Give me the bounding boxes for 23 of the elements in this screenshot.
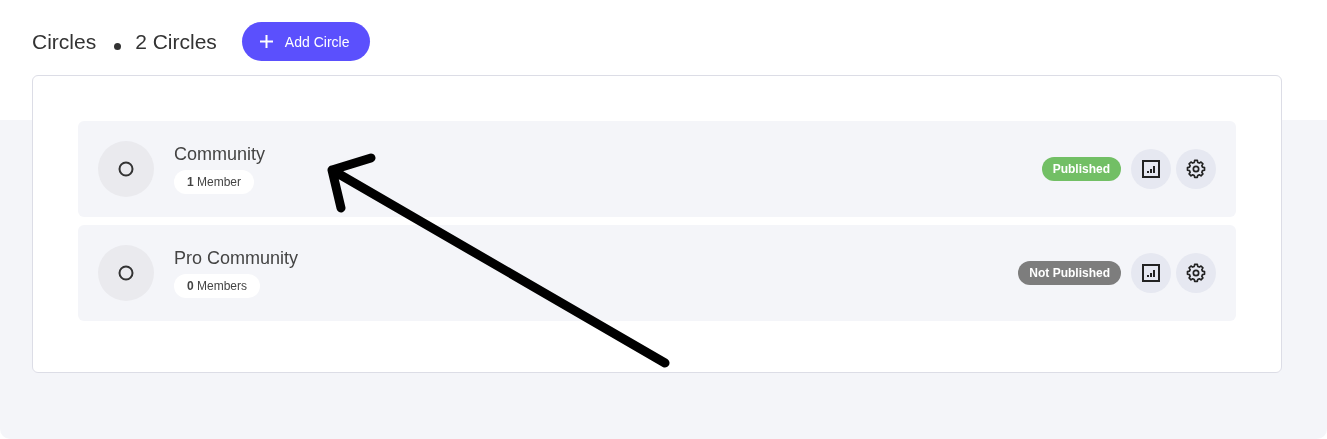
settings-button[interactable] <box>1176 253 1216 293</box>
status-badge: Published <box>1041 157 1121 181</box>
bar-chart-icon <box>1142 264 1160 282</box>
status-badge: Not Published <box>1018 261 1121 285</box>
settings-button[interactable] <box>1176 149 1216 189</box>
circle-row[interactable]: Community 1 Member Published <box>78 121 1236 217</box>
member-count: 0 Members <box>174 274 261 298</box>
separator-dot <box>114 43 122 50</box>
add-circle-button[interactable]: Add Circle <box>241 22 371 61</box>
stats-button[interactable] <box>1131 149 1171 189</box>
page-title: Circles <box>32 29 97 54</box>
plus-icon <box>259 35 273 48</box>
settings-icon <box>1186 263 1206 283</box>
circle-name: Pro Community <box>174 248 299 269</box>
circle-row[interactable]: Pro Community 0 Members Not Published <box>78 225 1236 321</box>
settings-icon <box>1186 159 1206 179</box>
circle-icon <box>118 265 134 281</box>
circle-count: 2 Circles <box>135 29 217 54</box>
circle-icon <box>118 161 134 177</box>
member-count: 1 Member <box>174 170 255 194</box>
bar-chart-icon <box>1142 160 1160 178</box>
stats-button[interactable] <box>1131 253 1171 293</box>
circle-name: Community <box>174 144 266 165</box>
